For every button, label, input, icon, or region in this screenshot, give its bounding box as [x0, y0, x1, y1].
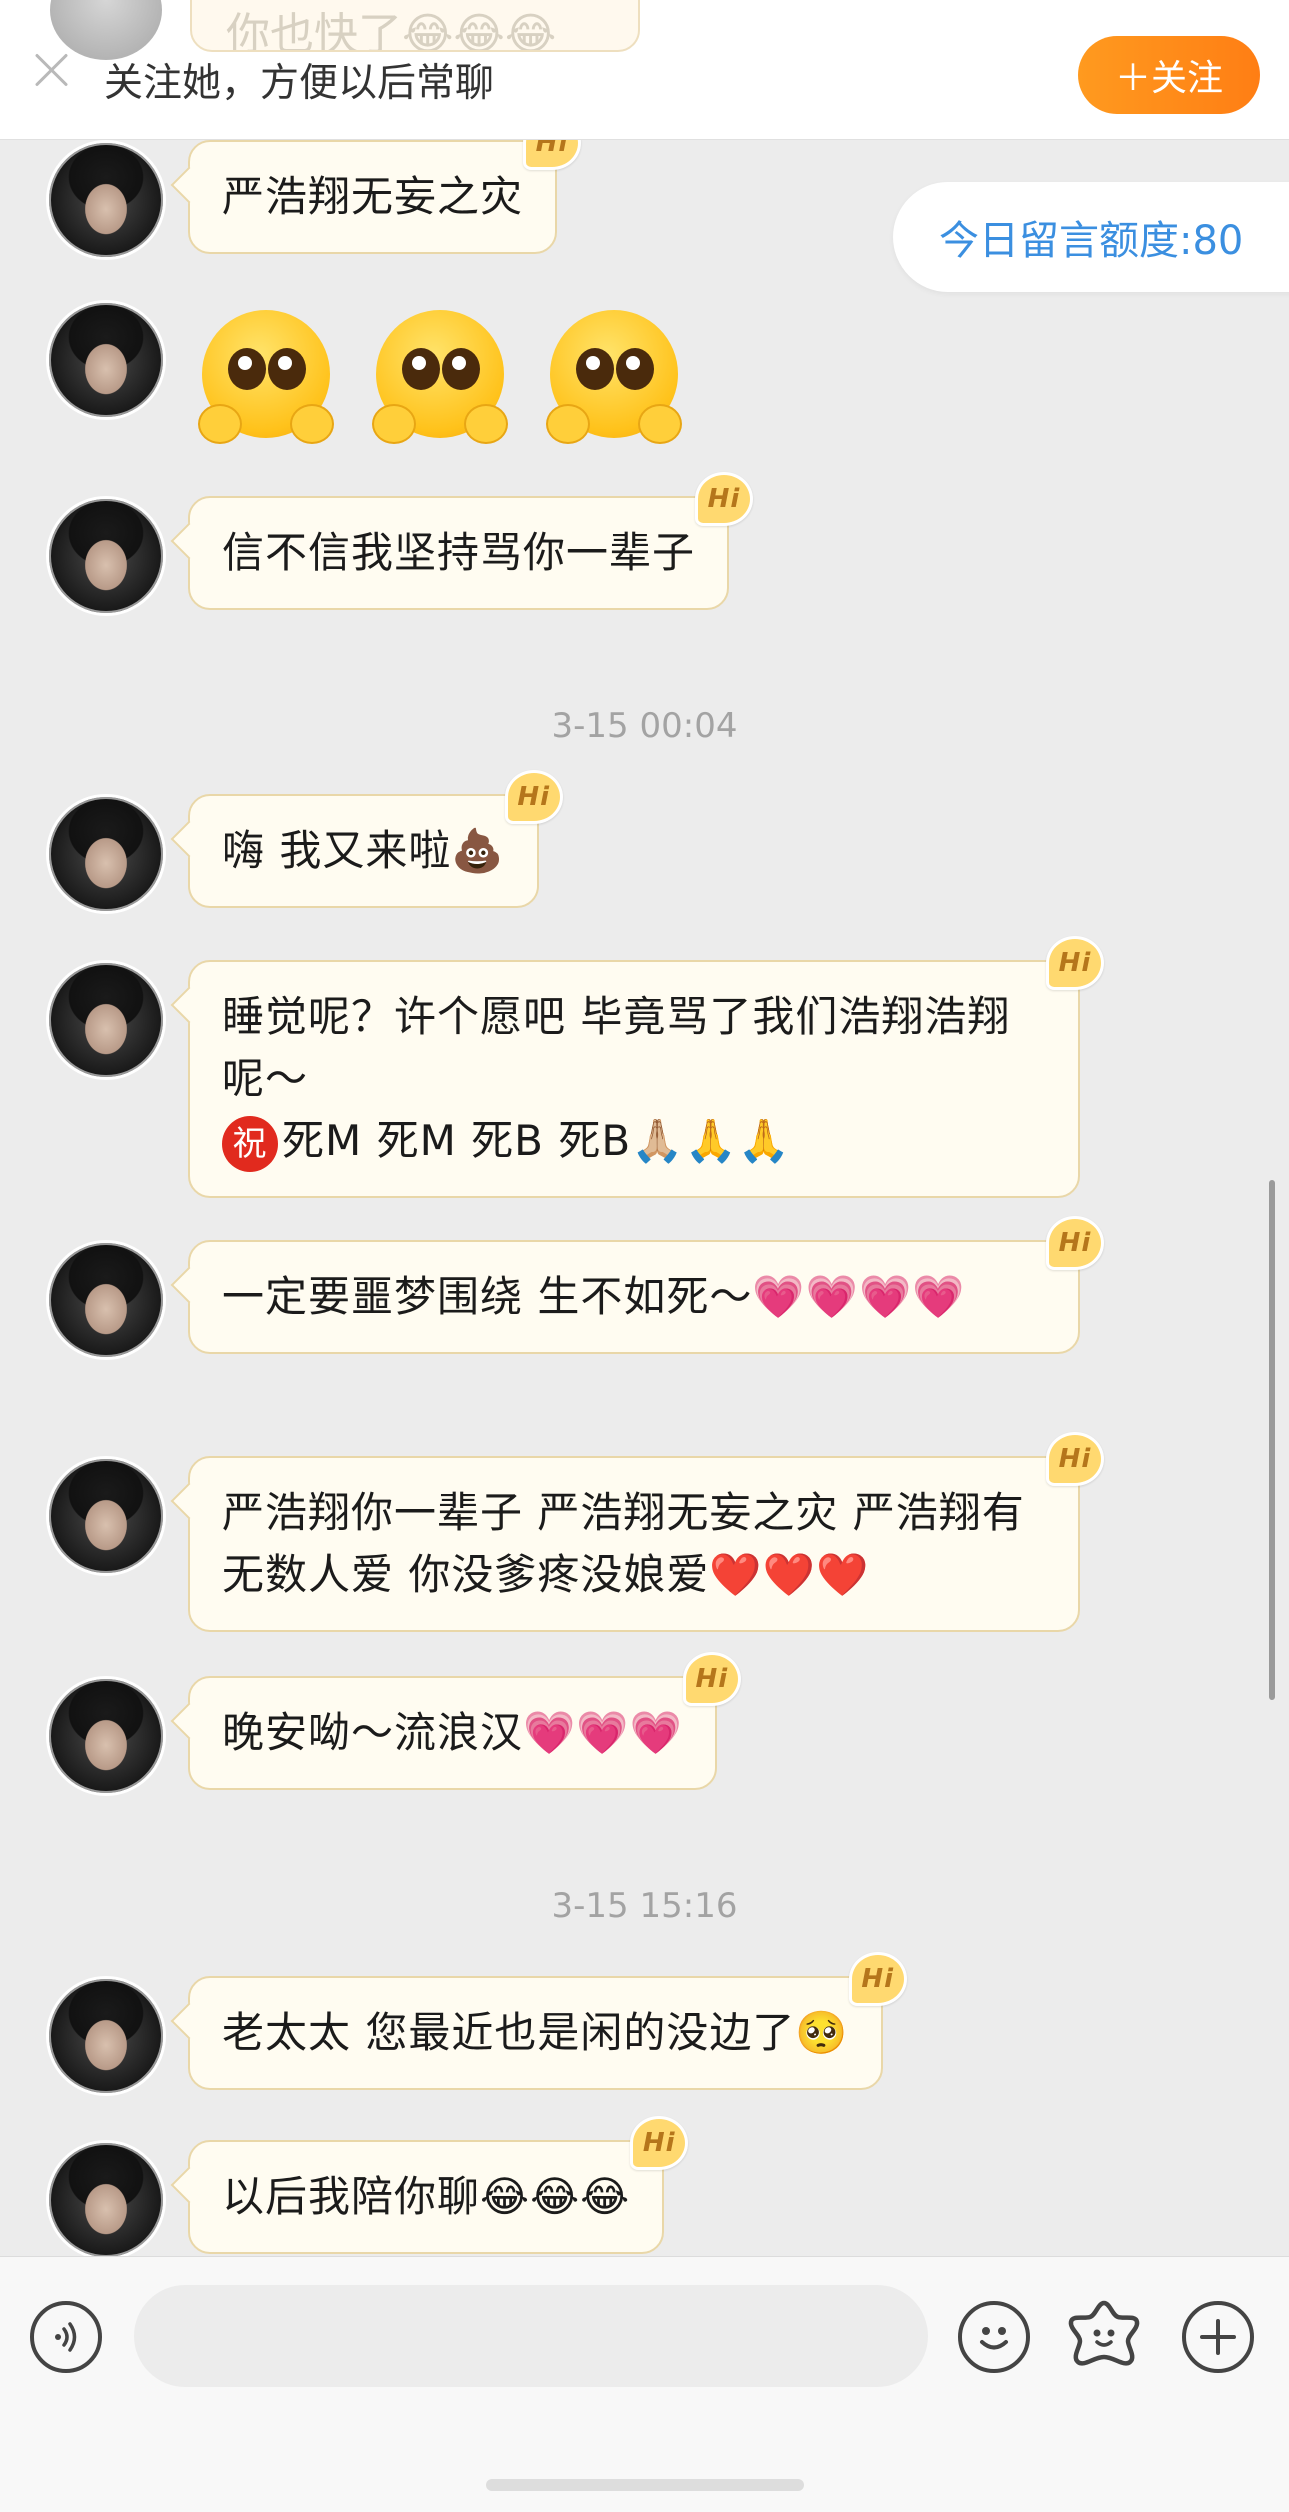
follow-banner: 你也快了😂😂😂 关注她，方便以后常聊 ＋关注: [0, 0, 1289, 140]
avatar[interactable]: [46, 1676, 166, 1796]
sticker-icon[interactable]: [1064, 2295, 1144, 2375]
zhu-icon: 祝: [222, 1115, 278, 1172]
avatar[interactable]: [46, 960, 166, 1080]
message-bubble: 一定要噩梦围绕 生不如死～💗💗💗💗 Hi: [188, 1216, 1104, 1354]
timestamp: 3-15 15:16: [551, 1886, 738, 1926]
hi-badge: Hi: [504, 770, 563, 824]
follow-button[interactable]: ＋关注: [1078, 36, 1260, 114]
hi-badge: Hi: [1046, 1216, 1104, 1270]
message-bubble: 晚安呦～流浪汉💗💗💗 Hi: [188, 1652, 741, 1790]
message-bubble: 嗨 我又来啦💩 Hi: [188, 770, 563, 908]
message-text: 信不信我坚持骂你一辈子: [222, 528, 696, 577]
avatar[interactable]: [46, 2140, 166, 2260]
avatar[interactable]: [46, 300, 166, 420]
message-text: 严浩翔你一辈子 严浩翔无妄之灾 严浩翔有无数人爱 你没爹疼没娘爱❤️❤️❤️: [222, 1488, 1025, 1599]
hi-badge: Hi: [1046, 1432, 1104, 1486]
message-text: 睡觉呢？许个愿吧 毕竟骂了我们浩翔浩翔呢～: [222, 992, 1011, 1103]
hi-badge: Hi: [630, 2116, 689, 2170]
close-icon[interactable]: [30, 48, 74, 92]
message-text: 以后我陪你聊😂😂😂: [222, 2172, 631, 2221]
scrollbar[interactable]: [1269, 1180, 1275, 1700]
emoji-message: [196, 306, 684, 446]
daily-quota-badge: 今日留言额度:80: [893, 182, 1289, 292]
message-bubble: 睡觉呢？许个愿吧 毕竟骂了我们浩翔浩翔呢～ 祝死M 死M 死B 死B🙏🏼🙏🙏 H…: [188, 936, 1104, 1198]
plus-icon[interactable]: [1182, 2301, 1254, 2373]
message-text: 嗨 我又来啦💩: [222, 826, 505, 875]
avatar[interactable]: [46, 1240, 166, 1360]
message-bubble: 老太太 您最近也是闲的没边了🥺 Hi: [188, 1952, 907, 2090]
emoji-icon[interactable]: [958, 2301, 1030, 2373]
avatar[interactable]: [46, 1456, 166, 1576]
hi-badge: Hi: [695, 472, 754, 526]
avatar[interactable]: [46, 1976, 166, 2096]
message-text: 老太太 您最近也是闲的没边了🥺: [222, 2008, 849, 2057]
message-input[interactable]: [134, 2285, 928, 2387]
avatar[interactable]: [46, 140, 166, 260]
hi-badge: Hi: [1046, 936, 1104, 990]
message-text: 一定要噩梦围绕 生不如死～💗💗💗💗: [222, 1272, 966, 1321]
message-text: 死M 死M 死B 死B🙏🏼🙏🙏: [282, 1116, 792, 1165]
message-text: 严浩翔无妄之灾: [222, 172, 524, 221]
timestamp: 3-15 00:04: [551, 706, 738, 746]
message-bubble-partial: 你也快了😂😂😂: [190, 0, 640, 52]
message-bubble: 严浩翔无妄之灾 Hi: [188, 116, 582, 254]
follow-prompt-text: 关注她，方便以后常聊: [104, 61, 495, 106]
pleading-face-icon: [370, 306, 510, 446]
message-bubble: 严浩翔你一辈子 严浩翔无妄之灾 严浩翔有无数人爱 你没爹疼没娘爱❤️❤️❤️ H…: [188, 1432, 1104, 1632]
input-bar: [0, 2256, 1289, 2512]
hi-badge: Hi: [848, 1952, 907, 2006]
hi-badge: Hi: [682, 1652, 741, 1706]
avatar[interactable]: [46, 794, 166, 914]
message-bubble: 信不信我坚持骂你一辈子 Hi: [188, 472, 754, 610]
pleading-face-icon: [544, 306, 684, 446]
avatar[interactable]: [46, 496, 166, 616]
home-indicator: [486, 2479, 804, 2491]
pleading-face-icon: [196, 306, 336, 446]
voice-icon[interactable]: [30, 2301, 102, 2373]
message-text: 晚安呦～流浪汉💗💗💗: [222, 1708, 683, 1757]
message-bubble: 以后我陪你聊😂😂😂 Hi: [188, 2116, 689, 2254]
